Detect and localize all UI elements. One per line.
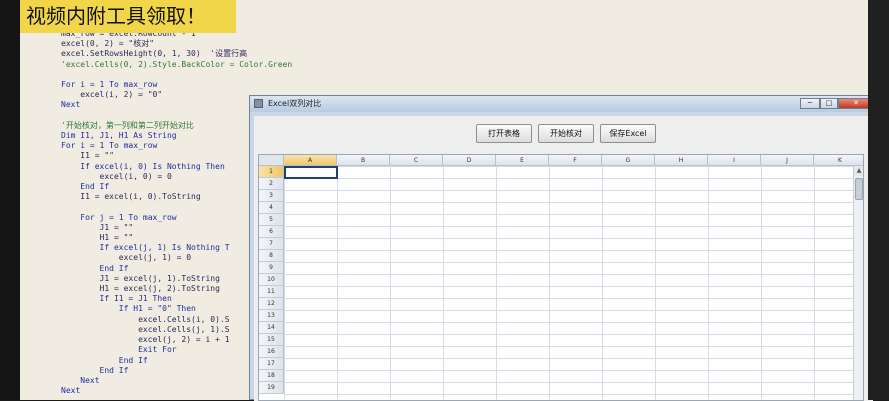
window-title: Excel双列对比 — [268, 99, 322, 108]
code-line: Next — [61, 375, 100, 385]
column-header[interactable]: D — [443, 155, 496, 166]
code-line: H1 = "" — [61, 233, 134, 243]
open-table-button[interactable]: 打开表格 — [476, 124, 532, 143]
row-header[interactable]: 2 — [259, 178, 284, 190]
window-client-area: 打开表格 开始核对 保存Excel ▲ ABCDEFGHIJK123456789… — [254, 116, 873, 401]
code-line: excel(i, 2) = "0" — [61, 90, 163, 100]
save-excel-button[interactable]: 保存Excel — [600, 124, 656, 143]
column-header[interactable]: G — [602, 155, 655, 166]
row-header[interactable]: 19 — [259, 382, 284, 394]
row-header[interactable]: 13 — [259, 310, 284, 322]
spreadsheet-grid[interactable]: ▲ A B C D E F G H I J K 1 2 3 4 5 6 7 8 9 10 11 12 13 14 15 16 17 18… — [258, 154, 864, 401]
document-page: 视频内附工具领取！ max_row = excel.RowCount - 1 e… — [20, 0, 878, 401]
code-line: excel.Cells(j, 1).S — [61, 324, 230, 334]
column-header[interactable]: C — [390, 155, 443, 166]
code-line: excel.Cells(i, 0).S — [61, 314, 230, 324]
column-header[interactable]: B — [337, 155, 390, 166]
code-line: Dim I1, J1, H1 As String — [61, 131, 177, 141]
grid-corner[interactable] — [259, 155, 284, 166]
code-line: excel(0, 2) = "核对" — [61, 39, 155, 49]
video-frame-left — [0, 0, 20, 400]
code-line: Next — [61, 100, 81, 110]
code-line: For i = 1 To max_row — [61, 80, 158, 90]
column-header[interactable]: J — [761, 155, 814, 166]
code-line: If excel(j, 1) Is Nothing T — [61, 243, 230, 253]
column-header[interactable]: F — [549, 155, 602, 166]
scroll-up-icon[interactable]: ▲ — [854, 166, 863, 176]
app-window: Excel双列对比 ─ □ ✕ 打开表格 开始核对 保存Excel ▲ ABCD… — [249, 95, 878, 401]
column-header[interactable]: E — [496, 155, 549, 166]
code-line: For j = 1 To max_row — [61, 212, 177, 222]
row-header[interactable]: 9 — [259, 262, 284, 274]
row-header[interactable]: 15 — [259, 334, 284, 346]
code-line: End If — [61, 355, 148, 365]
row-header[interactable]: 16 — [259, 346, 284, 358]
code-line: J1 = "" — [61, 222, 134, 232]
scroll-thumb[interactable] — [855, 178, 863, 200]
code-line: J1 = excel(j, 1).ToString — [61, 273, 220, 283]
video-frame-right — [868, 0, 889, 400]
promo-banner: 视频内附工具领取！ — [20, 0, 236, 33]
grid-cells[interactable] — [284, 166, 863, 400]
code-line: If I1 = J1 Then — [61, 294, 172, 304]
row-header[interactable]: 1 — [259, 166, 284, 178]
code-line: For i = 1 To max_row — [61, 141, 158, 151]
row-header[interactable]: 14 — [259, 322, 284, 334]
row-header[interactable]: 11 — [259, 286, 284, 298]
code-line: I1 = excel(i, 0).ToString — [61, 192, 201, 202]
code-line: Exit For — [61, 345, 177, 355]
row-header[interactable]: 8 — [259, 250, 284, 262]
column-header[interactable]: H — [655, 155, 708, 166]
code-line: H1 = excel(j, 2).ToString — [61, 284, 220, 294]
row-header[interactable]: 4 — [259, 202, 284, 214]
code-line: I1 = "" — [61, 151, 114, 161]
code-line: End If — [61, 365, 129, 375]
row-header[interactable]: 18 — [259, 370, 284, 382]
code-line: Next — [61, 386, 81, 396]
active-cell[interactable] — [284, 166, 338, 179]
code-line: excel(j, 2) = i + 1 — [61, 335, 230, 345]
code-line: If excel(i, 0) Is Nothing Then — [61, 161, 225, 171]
code-line: If H1 = "0" Then — [61, 304, 196, 314]
start-check-button[interactable]: 开始核对 — [538, 124, 594, 143]
code-line: excel(j, 1) = 0 — [61, 253, 192, 263]
maximize-button[interactable]: □ — [820, 98, 838, 109]
row-header[interactable]: 3 — [259, 190, 284, 202]
row-header[interactable]: 7 — [259, 238, 284, 250]
column-header[interactable]: I — [708, 155, 761, 166]
window-titlebar[interactable]: Excel双列对比 ─ □ ✕ — [250, 96, 877, 112]
code-line: excel(i, 0) = 0 — [61, 171, 172, 181]
row-header[interactable]: 5 — [259, 214, 284, 226]
row-header[interactable]: 6 — [259, 226, 284, 238]
code-line: End If — [61, 182, 110, 192]
row-header[interactable]: 12 — [259, 298, 284, 310]
vertical-scrollbar[interactable]: ▲ — [853, 166, 863, 400]
row-header[interactable]: 10 — [259, 274, 284, 286]
app-icon — [254, 99, 263, 108]
code-line: excel.SetRowsHeight(0, 1, 30) '设置行高 — [61, 49, 248, 59]
column-header[interactable]: K — [814, 155, 863, 166]
code-line: End If — [61, 263, 129, 273]
column-header[interactable]: A — [284, 155, 337, 166]
code-line: '开始核对，第一列和第二列开始对比 — [61, 120, 194, 130]
code-line: 'excel.Cells(0, 2).Style.BackColor = Col… — [61, 59, 293, 69]
minimize-button[interactable]: ─ — [800, 98, 820, 109]
row-header[interactable]: 17 — [259, 358, 284, 370]
